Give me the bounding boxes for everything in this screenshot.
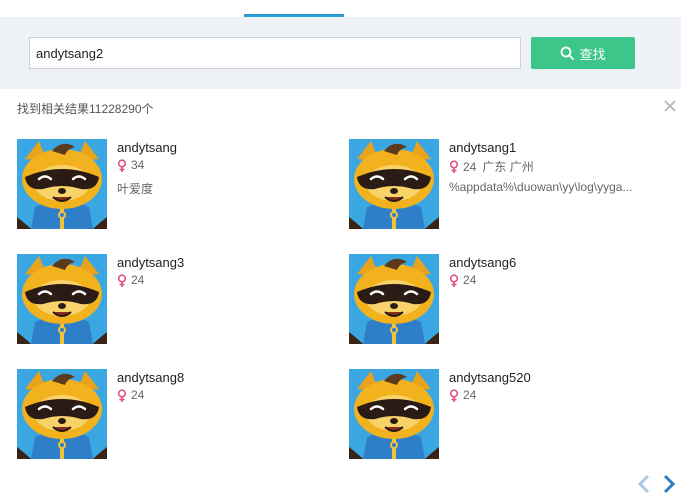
user-name[interactable]: andytsang520 [449,370,531,385]
avatar[interactable] [17,369,107,459]
avatar[interactable] [349,139,439,229]
avatar[interactable] [349,254,439,344]
avatar[interactable] [17,139,107,229]
user-location: 广东 广州 [482,160,534,174]
chevron-right-icon[interactable] [661,474,677,494]
user-meta: 24 广东 广州 [449,158,534,175]
user-meta: 34 [117,158,150,172]
female-icon [449,388,459,402]
user-card[interactable]: andytsang1 24 广东 广州 %appdata%\duowan\yy\… [349,139,669,231]
user-card[interactable]: andytsang520 24 [349,369,669,461]
search-icon [561,46,575,60]
female-icon [117,273,127,287]
user-meta: 24 [117,388,144,402]
search-button-label: 查找 [579,46,606,62]
female-icon [117,158,127,172]
user-card[interactable]: andytsang 34 叶爱度 [17,139,337,231]
user-age: 24 [131,273,145,287]
user-age: 24 [463,388,477,402]
female-icon [449,160,459,173]
user-name[interactable]: andytsang1 [449,140,516,155]
user-card[interactable]: andytsang3 24 [17,254,337,346]
search-button[interactable]: 查找 [531,37,635,69]
user-signature: %appdata%\duowan\yy\log\yyga... [449,180,633,194]
user-meta: 24 [449,273,476,287]
female-icon [117,388,127,402]
user-signature: 叶爱度 [117,182,154,196]
avatar[interactable] [349,369,439,459]
user-name[interactable]: andytsang [117,140,177,155]
user-age: 24 [463,273,477,287]
user-card[interactable]: andytsang8 24 [17,369,337,461]
close-icon[interactable] [663,99,677,113]
user-name[interactable]: andytsang6 [449,255,516,270]
user-age: 24 [463,159,477,174]
user-meta: 24 [449,388,476,402]
search-input[interactable] [29,37,521,69]
user-meta: 24 [117,273,144,287]
female-icon [449,273,459,287]
user-name[interactable]: andytsang8 [117,370,184,385]
chevron-left-icon[interactable] [636,474,652,494]
user-age: 24 [131,388,145,402]
result-count: 找到相关结果11228290个 [17,102,154,116]
user-age: 34 [131,158,145,172]
avatar[interactable] [17,254,107,344]
search-bar: 查找 [0,17,681,89]
user-card[interactable]: andytsang6 24 [349,254,669,346]
user-name[interactable]: andytsang3 [117,255,184,270]
tab-strip [0,0,681,17]
